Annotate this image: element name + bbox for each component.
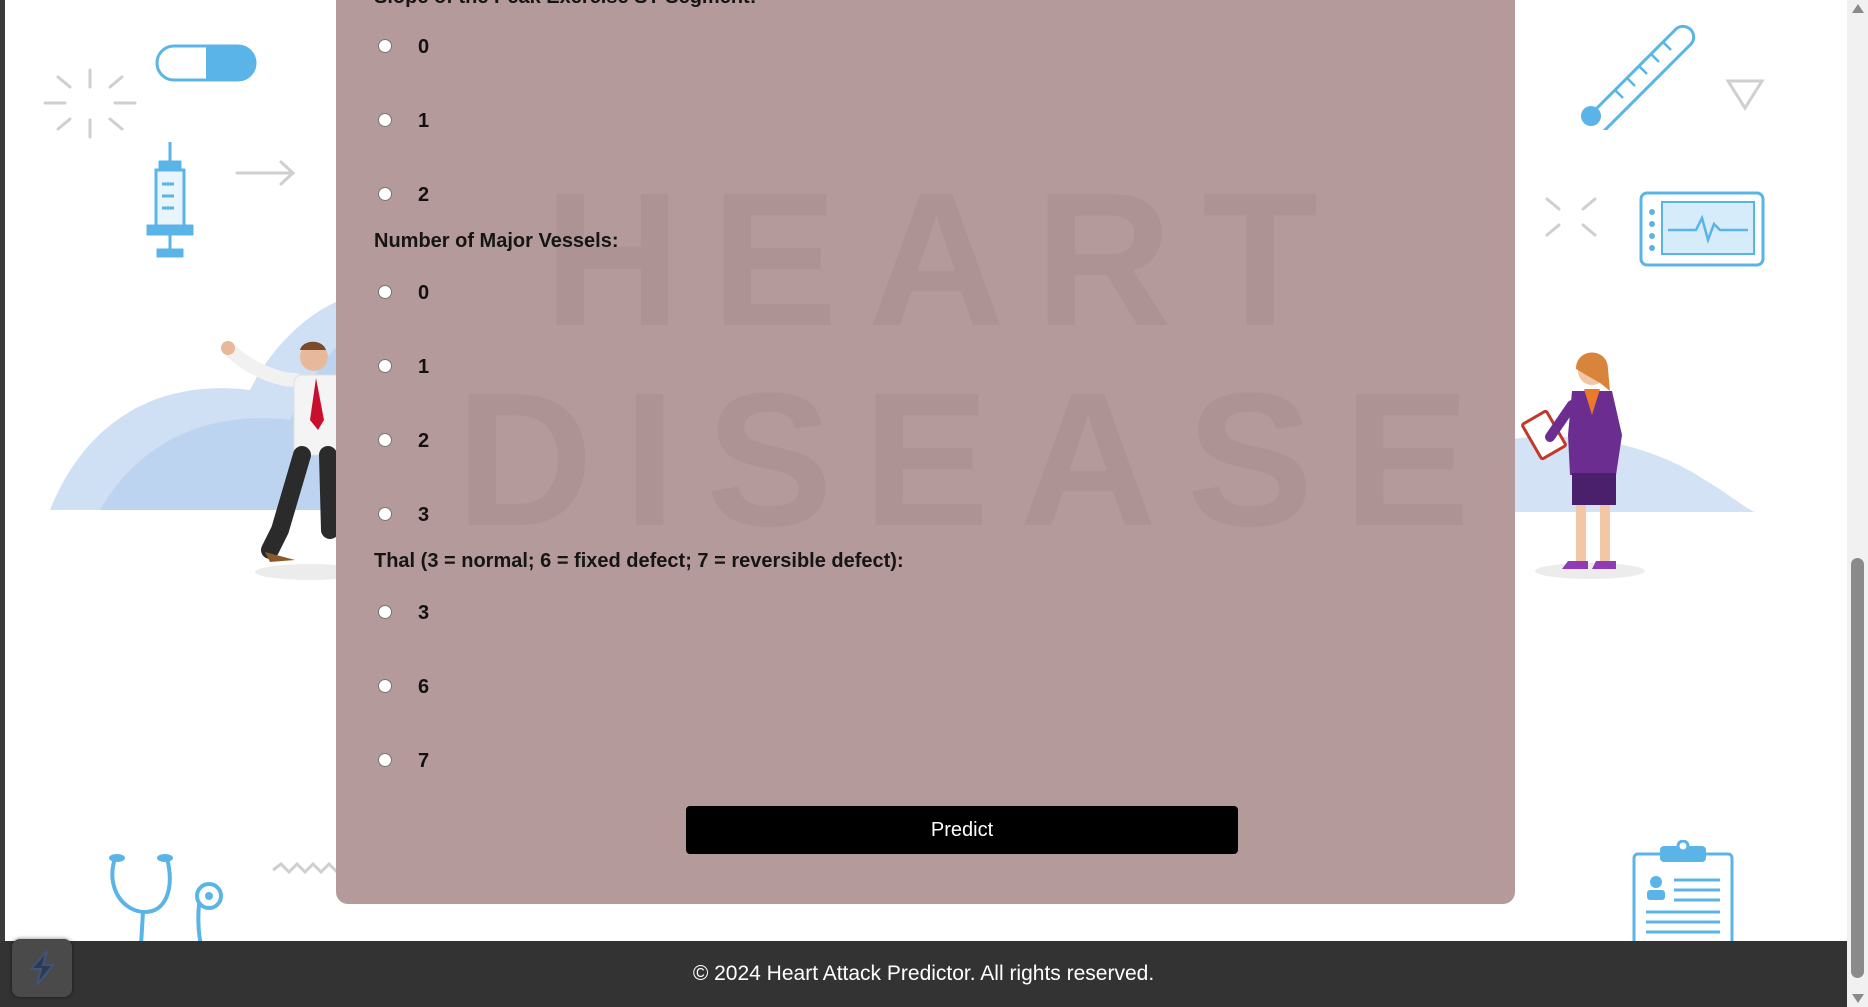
thermometer-icon: [1581, 24, 1696, 130]
slope-option-2[interactable]: 2: [378, 182, 430, 206]
heart-monitor-icon: [1639, 191, 1765, 267]
slope-radio-2[interactable]: [378, 186, 392, 201]
thal-option-label: 6: [418, 676, 430, 698]
vessels-option-label: 2: [418, 430, 430, 452]
zigzag-decoration: [272, 861, 343, 875]
predict-button[interactable]: Predict: [686, 806, 1238, 854]
background-watermark: HEART DISEASE: [456, 154, 1501, 566]
slope-option-label: 0: [418, 36, 430, 58]
sparkle-icon: [43, 68, 137, 139]
slope-option-label: 2: [418, 184, 430, 206]
footer: © 2024 Heart Attack Predictor. All right…: [0, 941, 1847, 1007]
app-badge[interactable]: [12, 939, 72, 997]
thal-radio-7[interactable]: [378, 752, 392, 767]
vessels-option-label: 0: [418, 282, 430, 304]
slope-option-label: 1: [418, 110, 430, 132]
vessels-radio-2[interactable]: [378, 432, 392, 447]
thal-option-label: 7: [418, 750, 430, 772]
vertical-scrollbar[interactable]: [1847, 0, 1868, 1007]
triangle-icon: [1725, 79, 1765, 111]
vessels-option-0[interactable]: 0: [378, 280, 430, 304]
vessels-option-label: 1: [418, 356, 430, 378]
vessels-radio-3[interactable]: [378, 506, 392, 521]
stethoscope-icon: [109, 854, 223, 941]
thal-option-label: 3: [418, 602, 430, 624]
scroll-down-arrow-icon[interactable]: [1852, 994, 1864, 1003]
slope-radio-0[interactable]: [378, 38, 392, 53]
thal-radio-6[interactable]: [378, 678, 392, 693]
prediction-form: HEARTDISEASE Slope of the Peak Exercise …: [336, 0, 1515, 904]
thal-radio-3[interactable]: [378, 604, 392, 619]
vessels-label: Number of Major Vessels:: [374, 230, 619, 252]
scroll-up-arrow-icon[interactable]: [1852, 4, 1864, 13]
thal-label: Thal (3 = normal; 6 = fixed defect; 7 = …: [374, 550, 904, 572]
vessels-radio-0[interactable]: [378, 284, 392, 299]
sparkle-small-icon: [1545, 197, 1597, 237]
vessels-option-1[interactable]: 1: [378, 354, 430, 378]
vessels-option-label: 3: [418, 504, 430, 526]
slope-option-0[interactable]: 0: [378, 34, 430, 58]
scroll-thumb[interactable]: [1851, 558, 1864, 978]
slope-option-1[interactable]: 1: [378, 108, 430, 132]
syringe-icon: [146, 142, 194, 258]
woman-illustration: [1521, 352, 1645, 579]
clipboard-icon: [1632, 840, 1734, 941]
footer-copyright: © 2024 Heart Attack Predictor. All right…: [692, 962, 1155, 985]
slope-label: Slope of the Peak Exercise ST Segment:: [374, 0, 756, 9]
slope-radio-1[interactable]: [378, 112, 392, 127]
lightning-logo-icon: [28, 950, 56, 986]
vessels-radio-1[interactable]: [378, 358, 392, 373]
arrow-right-icon: [235, 160, 296, 186]
thal-option-3[interactable]: 3: [378, 600, 430, 624]
thal-option-6[interactable]: 6: [378, 674, 430, 698]
vessels-option-3[interactable]: 3: [378, 502, 430, 526]
man-illustration: [221, 341, 345, 580]
pill-icon: [155, 44, 257, 82]
vessels-option-2[interactable]: 2: [378, 428, 430, 452]
thal-option-7[interactable]: 7: [378, 748, 430, 772]
